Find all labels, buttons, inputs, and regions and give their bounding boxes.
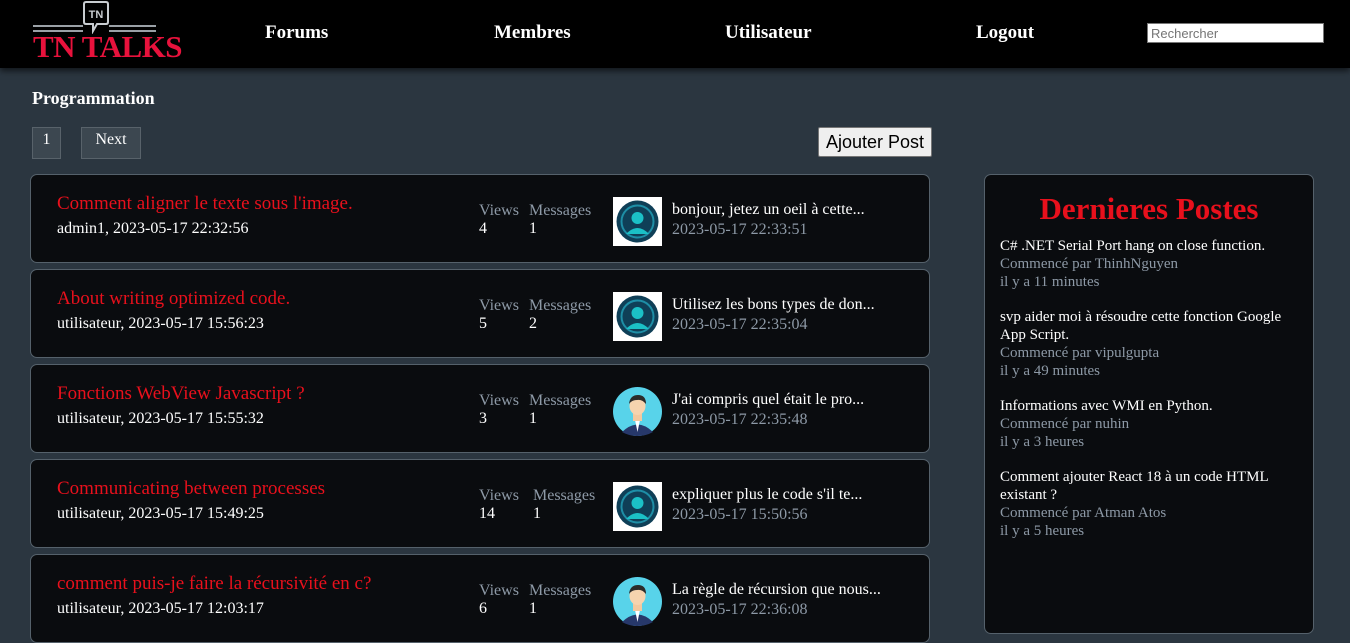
logo-line-left (33, 25, 83, 27)
topic-title[interactable]: Communicating between processes (57, 478, 325, 500)
latest-post-time: il y a 11 minutes (1000, 274, 1100, 290)
dark-avatar-icon (613, 197, 662, 246)
last-message-date: 2023-05-17 22:35:48 (672, 411, 808, 428)
views-count: 3 (479, 410, 487, 427)
last-message-date: 2023-05-17 15:50:56 (672, 506, 808, 523)
last-message-preview[interactable]: bonjour, jetez un oeil à cette... (672, 201, 865, 219)
topic-card: Fonctions WebView Javascript ? utilisate… (30, 364, 930, 453)
dark-avatar-icon (613, 292, 662, 341)
search-input[interactable] (1147, 23, 1324, 43)
topic-author-date: utilisateur, 2023-05-17 12:03:17 (57, 600, 264, 617)
next-page-button[interactable]: Next (81, 127, 141, 159)
businessman-avatar-icon (613, 387, 662, 436)
latest-post-item: C# .NET Serial Port hang on close functi… (1000, 237, 1300, 291)
latest-post-author: Commencé par Atman Atos (1000, 505, 1167, 521)
latest-post-time: il y a 5 heures (1000, 523, 1085, 539)
add-post-button[interactable]: Ajouter Post (818, 127, 932, 157)
latest-post-title[interactable]: Comment ajouter React 18 à un code HTML … (1000, 468, 1300, 504)
topic-title[interactable]: About writing optimized code. (57, 288, 290, 310)
latest-post-title[interactable]: C# .NET Serial Port hang on close functi… (1000, 237, 1300, 255)
nav-forums[interactable]: Forums (265, 22, 328, 44)
latest-post-item: svp aider moi à résoudre cette fonction … (1000, 308, 1300, 380)
logo-line-right (109, 25, 156, 27)
last-message-preview[interactable]: La règle de récursion que nous... (672, 581, 881, 599)
last-message-date: 2023-05-17 22:33:51 (672, 221, 808, 238)
views-label: Views (479, 392, 519, 409)
nav-utilisateur[interactable]: Utilisateur (725, 22, 812, 44)
last-message-date: 2023-05-17 22:35:04 (672, 316, 808, 333)
page-title: Programmation (32, 88, 155, 108)
latest-posts-sidebar: Dernieres Postes C# .NET Serial Port han… (984, 174, 1314, 634)
messages-count: 1 (529, 600, 537, 617)
messages-count: 1 (529, 220, 537, 237)
nav-membres[interactable]: Membres (494, 22, 571, 44)
businessman-avatar-icon (613, 577, 662, 626)
views-count: 14 (479, 505, 495, 522)
topic-card: About writing optimized code. utilisateu… (30, 269, 930, 358)
latest-post-title[interactable]: Informations avec WMI en Python. (1000, 397, 1300, 415)
views-label: Views (479, 582, 519, 599)
last-message-preview[interactable]: J'ai compris quel était le pro... (672, 391, 864, 409)
views-label: Views (479, 487, 519, 504)
messages-count: 1 (533, 505, 541, 522)
latest-post-time: il y a 49 minutes (1000, 363, 1100, 379)
topic-author-date: utilisateur, 2023-05-17 15:56:23 (57, 315, 264, 332)
views-label: Views (479, 202, 519, 219)
dark-avatar-icon (613, 482, 662, 531)
messages-label: Messages (529, 202, 592, 219)
last-message-date: 2023-05-17 22:36:08 (672, 601, 808, 618)
latest-post-time: il y a 3 heures (1000, 434, 1085, 450)
topic-author-date: admin1, 2023-05-17 22:32:56 (57, 220, 249, 237)
topic-title[interactable]: Comment aligner le texte sous l'image. (57, 193, 353, 215)
topic-card: Comment aligner le texte sous l'image. a… (30, 174, 930, 263)
last-message-preview[interactable]: Utilisez les bons types de don... (672, 296, 875, 314)
messages-count: 1 (529, 410, 537, 427)
logo-badge: TN (89, 9, 104, 21)
views-count: 5 (479, 315, 487, 332)
latest-post-author: Commencé par ThinhNguyen (1000, 256, 1179, 272)
latest-post-item: Comment ajouter React 18 à un code HTML … (1000, 468, 1300, 540)
logo[interactable]: TN TN TALKS (33, 0, 183, 64)
topic-card: Communicating between processes utilisat… (30, 459, 930, 548)
topic-title[interactable]: comment puis-je faire la récursivité en … (57, 573, 371, 595)
page-1-button[interactable]: 1 (32, 127, 61, 159)
messages-label: Messages (533, 487, 596, 504)
logo-text: TN TALKS (33, 29, 183, 64)
latest-post-title[interactable]: svp aider moi à résoudre cette fonction … (1000, 308, 1300, 344)
latest-post-author: Commencé par nuhin (1000, 416, 1130, 432)
messages-label: Messages (529, 297, 592, 314)
views-count: 4 (479, 220, 487, 237)
messages-label: Messages (529, 582, 592, 599)
topic-author-date: utilisateur, 2023-05-17 15:49:25 (57, 505, 264, 522)
views-label: Views (479, 297, 519, 314)
topic-author-date: utilisateur, 2023-05-17 15:55:32 (57, 410, 264, 427)
topic-title[interactable]: Fonctions WebView Javascript ? (57, 383, 305, 405)
latest-post-item: Informations avec WMI en Python. Commenc… (1000, 397, 1300, 451)
messages-label: Messages (529, 392, 592, 409)
sidebar-title: Dernieres Postes (1039, 191, 1259, 226)
topic-card: comment puis-je faire la récursivité en … (30, 554, 930, 643)
nav-logout[interactable]: Logout (976, 22, 1034, 44)
latest-post-author: Commencé par vipulgupta (1000, 345, 1160, 361)
views-count: 6 (479, 600, 487, 617)
top-navbar: TN TN TALKS Forums Membres Utilisateur L… (0, 0, 1350, 68)
last-message-preview[interactable]: expliquer plus le code s'il te... (672, 486, 862, 504)
messages-count: 2 (529, 315, 537, 332)
